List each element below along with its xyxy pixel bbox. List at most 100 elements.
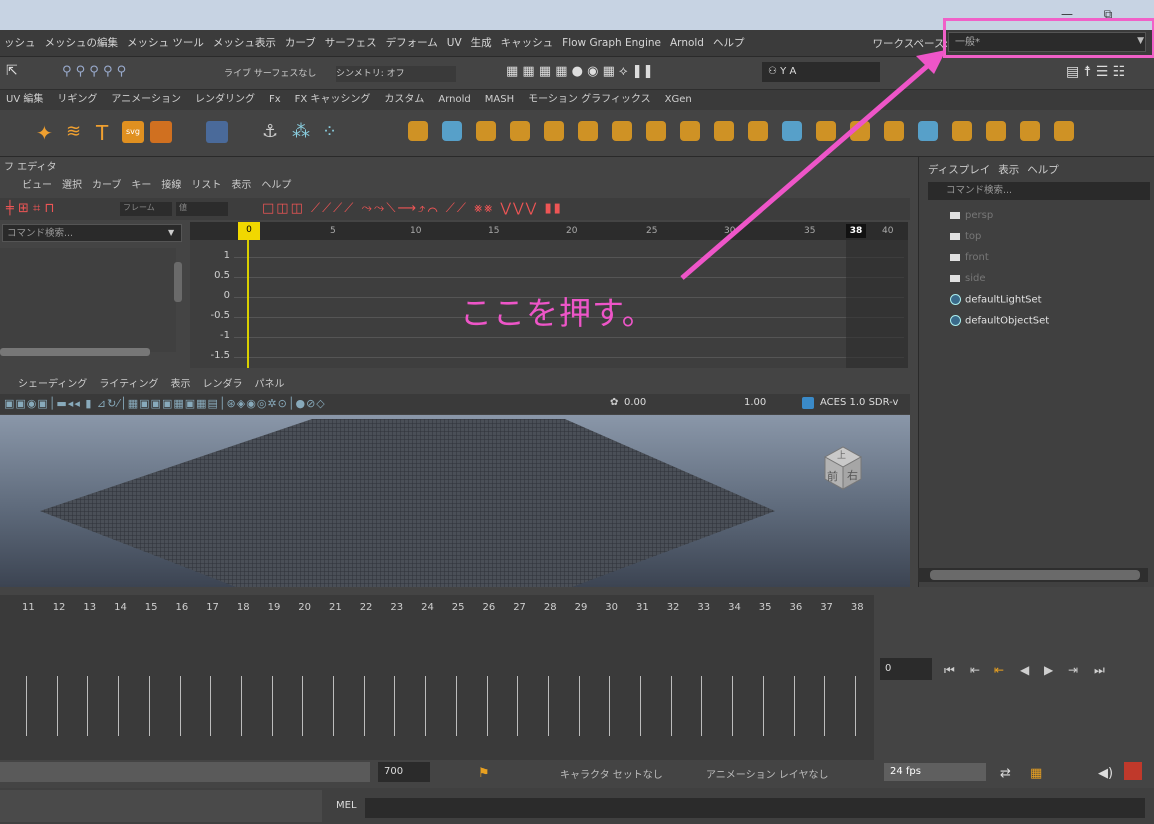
graph-menu-item[interactable]: 選択	[62, 180, 82, 191]
menu-item[interactable]: デフォーム	[386, 30, 438, 56]
scatter-icon[interactable]: ⁂	[292, 121, 314, 143]
range-end-field[interactable]: 700	[378, 762, 430, 782]
outliner-item-camera[interactable]: top	[950, 231, 981, 242]
menu-item[interactable]: 生成	[471, 30, 492, 56]
shelf-tab[interactable]: カスタム	[384, 90, 424, 110]
image-icon[interactable]	[150, 121, 172, 143]
range-slider[interactable]	[0, 762, 370, 782]
menu-item[interactable]: Arnold	[670, 30, 704, 56]
render-icons[interactable]: ▦ ▦ ▦ ▦ ● ◉ ▦ ⟡ ❚❚	[506, 64, 654, 79]
exposure-value[interactable]: 0.00	[624, 397, 646, 408]
shelf-tool-icon[interactable]	[850, 121, 870, 141]
outliner-menu-item[interactable]: ヘルプ	[1027, 164, 1059, 176]
shelf-tool-icon[interactable]	[646, 121, 666, 141]
shelf-tool-icon[interactable]	[918, 121, 938, 141]
go-to-start-icon[interactable]: ⏮	[944, 663, 955, 678]
wave-icon[interactable]: ≋	[66, 121, 88, 143]
symmetry-dropdown[interactable]: シンメトリ: オフ	[336, 66, 456, 82]
graph-tool-icons[interactable]: ╪ ⊞ ⌗ ⊓	[6, 201, 55, 216]
menu-item[interactable]: ヘルプ	[713, 30, 745, 56]
character-set-dropdown[interactable]: キャラクタ セットなし	[560, 766, 663, 781]
shelf-tab[interactable]: Fx	[269, 90, 281, 110]
user-dropdown[interactable]: ⚇ Y A	[762, 62, 880, 82]
current-frame-field[interactable]: 0	[880, 658, 932, 680]
shelf-tab[interactable]: リギング	[57, 90, 97, 110]
star-icon[interactable]: ✦	[36, 121, 58, 145]
graph-menu-item[interactable]: ヘルプ	[261, 180, 291, 191]
shelf-tool-icon[interactable]	[1020, 121, 1040, 141]
go-to-end-icon[interactable]: ⏭	[1094, 663, 1105, 678]
tangent-icons[interactable]: □◫◫ ⟋⟋⟋⟋ ⤳⤳⟍⟶⤴⌒ ⟋⟋ ⨳⨳ ⋁⋁⋁ ▮▮	[262, 201, 563, 216]
text-icon[interactable]: T	[96, 121, 118, 145]
viewport-menu-item[interactable]: ライティング	[99, 379, 158, 390]
graph-menu-item[interactable]: 表示	[231, 180, 251, 191]
outliner-menu-item[interactable]: 表示	[998, 164, 1019, 176]
viewport-menu-item[interactable]: 表示	[171, 379, 191, 390]
shelf-tab[interactable]: XGen	[665, 90, 692, 110]
curve-list[interactable]	[0, 248, 176, 352]
shelf-tool-icon[interactable]	[748, 121, 768, 141]
shelf-tool-icon[interactable]	[1054, 121, 1074, 141]
menu-item[interactable]: Flow Graph Engine	[562, 30, 661, 56]
chevron-down-icon[interactable]: ▼	[168, 228, 174, 237]
shelf-tool-icon[interactable]	[578, 121, 598, 141]
shelf-tab[interactable]: UV 編集	[6, 90, 43, 110]
viewport-tool-icons[interactable]: ▣▣◉▣│▬◂◂ ▮ ⊿↻⁄│▦▣▣▣▦▣▦▤│⊛◈◉◎✲⊙│●⊘◇	[4, 397, 326, 410]
graph-menu-item[interactable]: ビュー	[22, 180, 52, 191]
viewport-menu-item[interactable]: パネル	[255, 379, 285, 390]
graph-menu-item[interactable]: 接線	[161, 180, 181, 191]
graph-menu-item[interactable]: リスト	[191, 180, 221, 191]
outliner-item-camera[interactable]: side	[950, 273, 986, 284]
select-arrow-icon[interactable]: ⇱	[6, 63, 18, 79]
shelf-tab[interactable]: Arnold	[438, 90, 470, 110]
curve-list-scrollbar[interactable]	[174, 262, 182, 302]
fps-dropdown[interactable]: 24 fps	[884, 763, 986, 781]
shelf-tool-icon[interactable]	[476, 121, 496, 141]
play-forward-icon[interactable]: ▶	[1044, 663, 1053, 677]
key-icon[interactable]: ⚑	[478, 766, 490, 781]
graph-menu-item[interactable]: カーブ	[92, 180, 121, 191]
outliner-scroll-thumb[interactable]	[930, 570, 1140, 580]
shelf-tool-icon[interactable]	[884, 121, 904, 141]
sound-icon[interactable]: ◀)	[1098, 766, 1113, 781]
menu-item[interactable]: カーブ	[285, 30, 316, 56]
shelf-tool-icon[interactable]	[612, 121, 632, 141]
shelf-tool-icon[interactable]	[544, 121, 564, 141]
particles-icon[interactable]: ⁘	[322, 121, 344, 143]
viewport-menu-item[interactable]: レンダラ	[203, 379, 243, 390]
shelf-tab[interactable]: レンダリング	[195, 90, 255, 110]
outliner-menu-item[interactable]: ディスプレイ	[928, 164, 990, 176]
menu-item[interactable]: メッシュの編集	[45, 30, 119, 56]
auto-key-icon[interactable]: ▦	[1030, 766, 1042, 781]
outliner-item-camera[interactable]: front	[950, 252, 989, 263]
frame-field[interactable]: フレーム	[120, 202, 172, 216]
graph-menu-item[interactable]: キー	[131, 180, 151, 191]
menu-item[interactable]: UV	[447, 30, 462, 56]
view-cube[interactable]: 上 前 右	[817, 443, 869, 493]
shelf-tab[interactable]: FX キャッシング	[295, 90, 371, 110]
outliner-item-camera[interactable]: persp	[950, 210, 993, 221]
prefs-icon[interactable]	[1124, 762, 1142, 780]
mel-label[interactable]: MEL	[336, 800, 357, 811]
step-back-frame-icon[interactable]: ⇤	[994, 663, 1004, 677]
shelf-tool-icon[interactable]	[408, 121, 428, 141]
colorspace-icon[interactable]	[802, 397, 814, 409]
mel-input[interactable]	[365, 798, 1145, 818]
shelf-tab[interactable]: モーション グラフィックス	[528, 90, 650, 110]
shelf-tab[interactable]: MASH	[485, 90, 514, 110]
panel-toggle-icons[interactable]: ▤ ☨ ☰ ☷	[1066, 64, 1125, 80]
step-back-key-icon[interactable]: ⇤	[970, 663, 980, 677]
menu-item[interactable]: ッシュ	[4, 30, 36, 56]
menu-item[interactable]: メッシュ表示	[213, 30, 276, 56]
graph-playhead[interactable]	[247, 222, 249, 368]
live-surface-label[interactable]: ライブ サーフェスなし	[224, 66, 316, 79]
shelf-tool-icon[interactable]	[442, 121, 462, 141]
outliner-item-set[interactable]: defaultLightSet	[950, 294, 1042, 306]
shelf-tool-icon[interactable]	[510, 121, 530, 141]
colorspace-label[interactable]: ACES 1.0 SDR-v	[820, 397, 898, 408]
viewport-menu-item[interactable]: シェーディング	[18, 379, 87, 390]
loop-icon[interactable]: ⇄	[1000, 766, 1011, 781]
value-field[interactable]: 値	[176, 202, 228, 216]
shelf-tool-icon[interactable]	[952, 121, 972, 141]
snap-icons[interactable]: ⚲ ⚲ ⚲ ⚲ ⚲	[62, 64, 126, 79]
